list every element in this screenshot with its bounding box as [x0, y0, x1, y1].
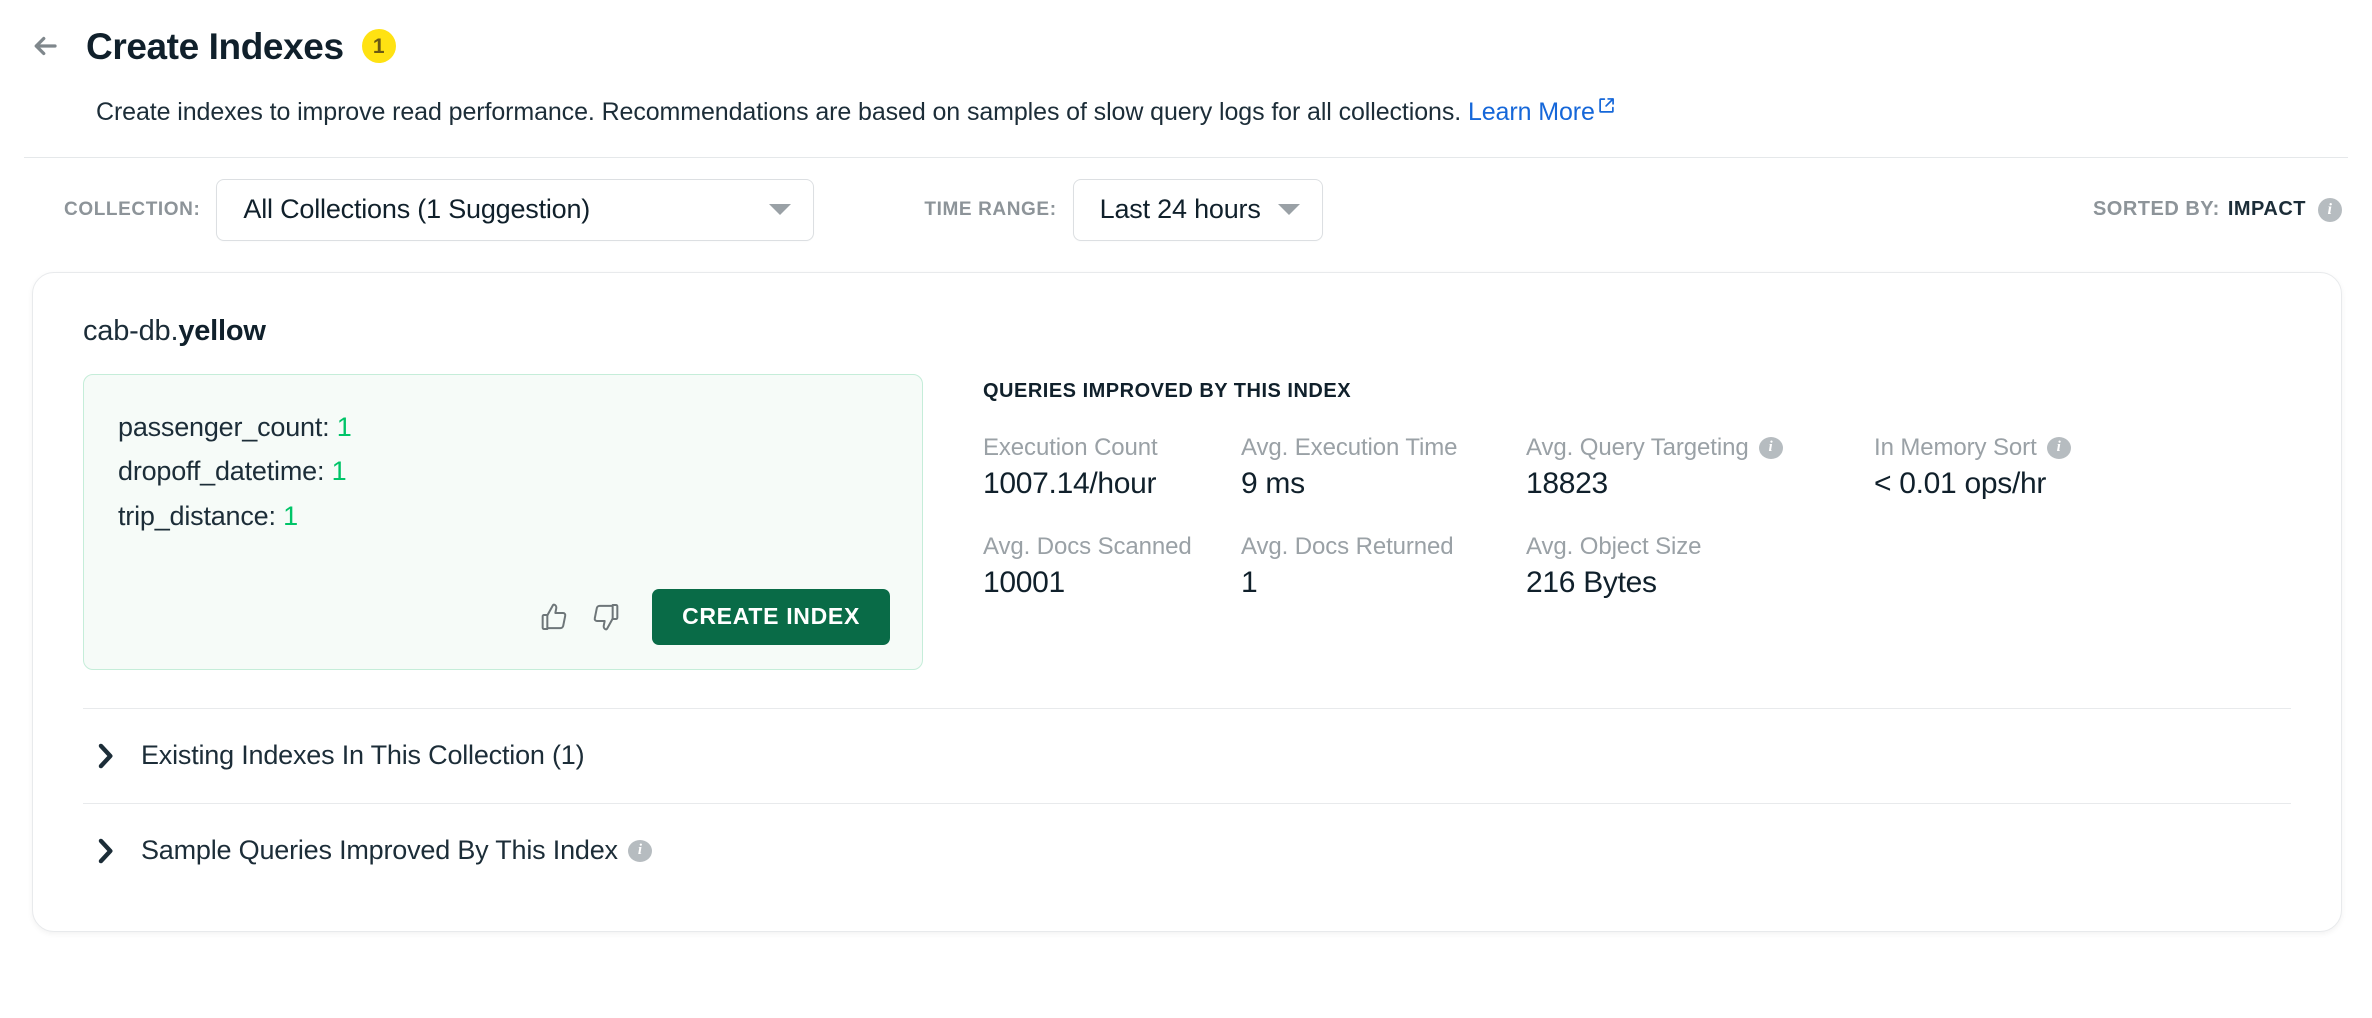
card-body: passenger_count: 1 dropoff_datetime: 1 t…	[83, 374, 2291, 670]
learn-more-label: Learn More	[1468, 98, 1595, 126]
learn-more-link[interactable]: Learn More	[1468, 98, 1615, 126]
stat-value: 1007.14/hour	[983, 467, 1241, 500]
stat-label-text: Execution Count	[983, 435, 1158, 461]
info-icon[interactable]: i	[2318, 198, 2342, 222]
chevron-right-icon	[93, 743, 119, 769]
collection-select-value: All Collections (1 Suggestion)	[243, 196, 590, 223]
page-subtitle-text: Create indexes to improve read performan…	[96, 98, 1461, 126]
stat-execution-count: Execution Count 1007.14/hour	[983, 435, 1241, 500]
collection-filter: COLLECTION: All Collections (1 Suggestio…	[64, 179, 814, 241]
stats-grid: Execution Count 1007.14/hour Avg. Execut…	[983, 435, 2291, 600]
sorted-by: SORTED BY: IMPACT i	[2093, 198, 2342, 222]
expander-label: Existing Indexes In This Collection (1)	[141, 740, 584, 771]
stat-label-text: Avg. Docs Scanned	[983, 534, 1192, 560]
expander-existing-indexes[interactable]: Existing Indexes In This Collection (1)	[83, 709, 2291, 803]
stat-value: 1	[1241, 566, 1526, 599]
stat-label-text: Avg. Docs Returned	[1241, 534, 1454, 560]
collection-select[interactable]: All Collections (1 Suggestion)	[216, 179, 814, 241]
stat-value: 216 Bytes	[1526, 566, 1874, 599]
time-range-select[interactable]: Last 24 hours	[1073, 179, 1323, 241]
stat-label: Avg. Docs Scanned	[983, 534, 1241, 560]
time-range-filter-label: TIME RANGE:	[924, 199, 1056, 221]
stat-value: < 0.01 ops/hr	[1874, 467, 2291, 500]
stat-value: 18823	[1526, 467, 1874, 500]
index-field-value: 1	[337, 412, 352, 442]
index-field: dropoff_datetime: 1	[118, 449, 890, 494]
time-range-select-value: Last 24 hours	[1100, 196, 1261, 223]
chevron-right-icon	[93, 838, 119, 864]
collection-namespace: cab-db.yellow	[83, 315, 2291, 348]
expander-sections: Existing Indexes In This Collection (1) …	[83, 708, 2291, 898]
stat-in-memory-sort: In Memory Sort i < 0.01 ops/hr	[1874, 435, 2291, 500]
queries-improved-stats: QUERIES IMPROVED BY THIS INDEX Execution…	[983, 374, 2291, 670]
stat-label: In Memory Sort i	[1874, 435, 2291, 461]
expander-label-text: Existing Indexes In This Collection (1)	[141, 740, 584, 771]
page-header: Create Indexes 1 Create indexes to impro…	[0, 0, 2372, 158]
arrow-left-icon[interactable]	[28, 29, 62, 63]
page-title: Create Indexes	[86, 28, 344, 65]
status-badge: 1	[362, 29, 396, 63]
expander-label-text: Sample Queries Improved By This Index	[141, 835, 618, 866]
stat-avg-object-size: Avg. Object Size 216 Bytes	[1526, 534, 1874, 599]
filter-bar: COLLECTION: All Collections (1 Suggestio…	[0, 158, 2372, 262]
stat-label-text: Avg. Execution Time	[1241, 435, 1457, 461]
chevron-down-icon	[769, 204, 791, 215]
thumbs-down-icon[interactable]	[580, 591, 632, 643]
info-icon[interactable]: i	[1759, 437, 1783, 459]
stat-label: Avg. Docs Returned	[1241, 534, 1526, 560]
expander-label: Sample Queries Improved By This Index i	[141, 835, 652, 866]
external-link-icon	[1598, 90, 1615, 123]
create-index-button[interactable]: CREATE INDEX	[652, 589, 890, 645]
stat-label-text: Avg. Object Size	[1526, 534, 1701, 560]
page-subtitle: Create indexes to improve read performan…	[0, 90, 2372, 129]
create-indexes-page: Create Indexes 1 Create indexes to impro…	[0, 0, 2372, 1018]
collection-coll: yellow	[178, 315, 265, 347]
index-field-name: dropoff_datetime:	[118, 456, 324, 486]
time-range-filter: TIME RANGE: Last 24 hours	[924, 179, 1322, 241]
index-field: trip_distance: 1	[118, 494, 890, 539]
thumbs-up-icon[interactable]	[528, 591, 580, 643]
stat-value: 9 ms	[1241, 467, 1526, 500]
stat-label: Execution Count	[983, 435, 1241, 461]
title-row: Create Indexes 1	[0, 18, 2372, 74]
stat-label-text: In Memory Sort	[1874, 435, 2037, 461]
index-field: passenger_count: 1	[118, 405, 890, 450]
stats-title: QUERIES IMPROVED BY THIS INDEX	[983, 380, 2291, 403]
index-field-name: passenger_count:	[118, 412, 329, 442]
index-field-value: 1	[332, 456, 347, 486]
stat-value: 10001	[983, 566, 1241, 599]
stat-label-text: Avg. Query Targeting	[1526, 435, 1749, 461]
sorted-by-label: SORTED BY:	[2093, 198, 2220, 221]
index-field-name: trip_distance:	[118, 501, 276, 531]
collection-db: cab-db.	[83, 315, 178, 347]
index-field-value: 1	[283, 501, 298, 531]
collection-filter-label: COLLECTION:	[64, 199, 200, 221]
stat-avg-query-targeting: Avg. Query Targeting i 18823	[1526, 435, 1874, 500]
stat-label: Avg. Object Size	[1526, 534, 1874, 560]
stat-label: Avg. Execution Time	[1241, 435, 1526, 461]
stat-avg-docs-scanned: Avg. Docs Scanned 10001	[983, 534, 1241, 599]
suggestion-card: cab-db.yellow passenger_count: 1 dropoff…	[32, 272, 2342, 932]
stat-avg-execution-time: Avg. Execution Time 9 ms	[1241, 435, 1526, 500]
suggestion-actions: CREATE INDEX	[118, 589, 890, 645]
chevron-down-icon	[1278, 204, 1300, 215]
stat-avg-docs-returned: Avg. Docs Returned 1	[1241, 534, 1526, 599]
index-suggestion-box: passenger_count: 1 dropoff_datetime: 1 t…	[83, 374, 923, 670]
sorted-by-value: IMPACT	[2228, 198, 2306, 221]
stat-label: Avg. Query Targeting i	[1526, 435, 1874, 461]
info-icon[interactable]: i	[2047, 437, 2071, 459]
expander-sample-queries[interactable]: Sample Queries Improved By This Index i	[83, 804, 2291, 898]
info-icon[interactable]: i	[628, 840, 652, 862]
